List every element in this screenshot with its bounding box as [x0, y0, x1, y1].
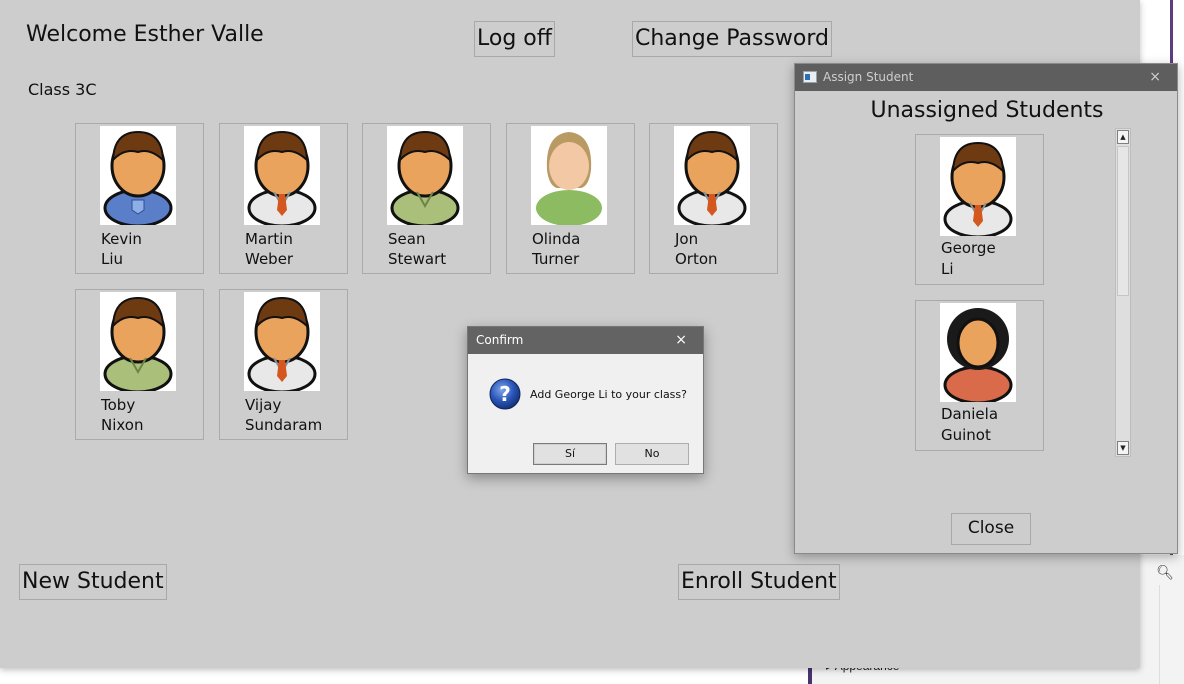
assign-title: Assign Student [823, 70, 914, 84]
avatar [100, 292, 176, 391]
student-card[interactable]: Vijay Sundaram [219, 289, 348, 440]
avatar [531, 126, 607, 225]
first-name: Olinda [532, 230, 581, 248]
first-name: Kevin [101, 230, 142, 248]
question-icon: ? [489, 378, 521, 410]
window-app-icon [803, 71, 817, 83]
close-icon[interactable]: × [1149, 64, 1161, 91]
student-card[interactable]: Martin Weber [219, 123, 348, 274]
confirm-message: Add George Li to your class? [530, 388, 687, 401]
avatar [940, 303, 1016, 402]
background-divider [1159, 585, 1160, 684]
first-name: Vijay [245, 396, 282, 414]
unassigned-student-card[interactable]: George Li [915, 134, 1044, 285]
avatar [244, 292, 320, 391]
avatar [674, 126, 750, 225]
avatar [387, 126, 463, 225]
student-card[interactable]: Sean Stewart [362, 123, 491, 274]
unassigned-student-card[interactable]: Daniela Guinot [915, 300, 1044, 451]
avatar [940, 137, 1016, 236]
scroll-thumb[interactable] [1117, 146, 1129, 296]
scroll-up-icon[interactable]: ▲ [1117, 130, 1129, 144]
close-icon[interactable]: × [675, 327, 687, 354]
last-name: Guinot [941, 426, 991, 444]
avatar [100, 126, 176, 225]
student-card[interactable]: Olinda Turner [506, 123, 635, 274]
first-name: Sean [388, 230, 426, 248]
student-card[interactable]: Kevin Liu [75, 123, 204, 274]
first-name: Daniela [941, 405, 999, 423]
last-name: Orton [675, 250, 718, 268]
enroll-student-button[interactable]: Enroll Student [678, 564, 840, 600]
change-password-button[interactable]: Change Password [632, 21, 832, 57]
magnifier-icon[interactable]: 🔍︎ [1156, 565, 1174, 581]
confirm-titlebar[interactable]: Confirm × [468, 327, 703, 354]
log-off-button[interactable]: Log off [474, 21, 555, 57]
unassigned-scrollbar[interactable]: ▲ ▼ [1115, 128, 1131, 457]
no-button[interactable]: No [615, 443, 689, 465]
last-name: Sundaram [245, 416, 323, 434]
first-name: George [941, 239, 996, 257]
first-name: Martin [245, 230, 293, 248]
student-card[interactable]: Jon Orton [649, 123, 778, 274]
avatar [244, 126, 320, 225]
assign-titlebar[interactable]: Assign Student × [795, 64, 1177, 91]
welcome-text: Welcome Esther Valle [26, 22, 264, 47]
svg-text:?: ? [499, 382, 511, 406]
class-name: Class 3C [28, 80, 97, 99]
last-name: Nixon [101, 416, 144, 434]
last-name: Li [941, 260, 954, 278]
close-button[interactable]: Close [951, 513, 1031, 545]
last-name: Stewart [388, 250, 447, 268]
new-student-button[interactable]: New Student [19, 564, 167, 600]
assign-student-window: Assign Student × Unassigned Students Geo… [794, 63, 1178, 554]
confirm-title: Confirm [476, 333, 524, 347]
last-name: Weber [245, 250, 294, 268]
unassigned-heading: Unassigned Students [870, 98, 1104, 123]
first-name: Jon [675, 230, 699, 248]
yes-button[interactable]: Sí [533, 443, 607, 465]
confirm-dialog: Confirm × ? Add George Li to your class?… [467, 326, 704, 474]
last-name: Liu [101, 250, 124, 268]
scroll-down-icon[interactable]: ▼ [1117, 441, 1129, 455]
first-name: Toby [101, 396, 136, 414]
student-card[interactable]: Toby Nixon [75, 289, 204, 440]
last-name: Turner [532, 250, 580, 268]
